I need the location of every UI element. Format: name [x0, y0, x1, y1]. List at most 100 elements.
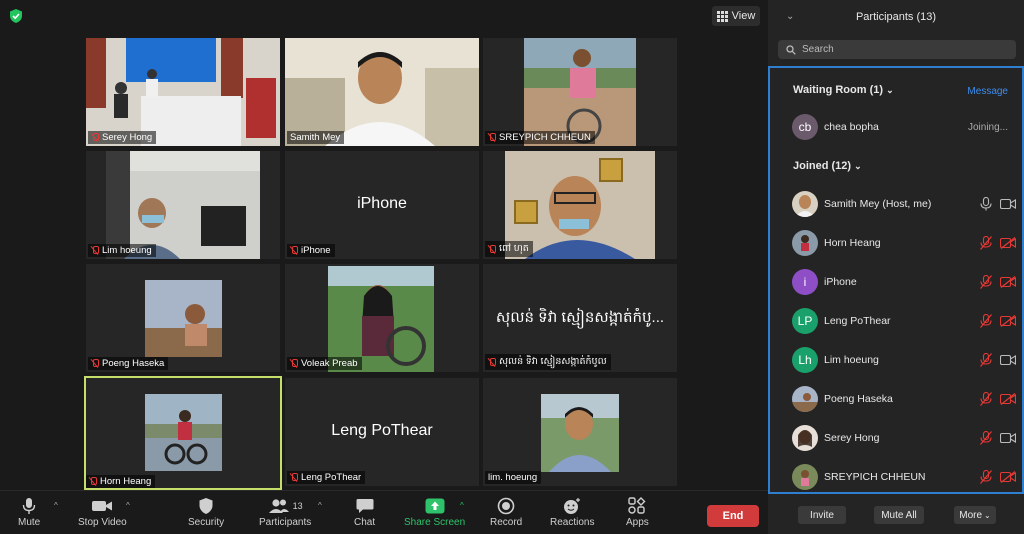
chat-button[interactable]: Chat [354, 495, 375, 528]
avatar [792, 191, 818, 217]
participant-row[interactable]: Samith Mey (Host, me) [770, 185, 1022, 223]
share-screen-icon [425, 498, 445, 514]
muted-microphone-icon[interactable] [980, 470, 992, 484]
stop-video-button[interactable]: Stop Video [78, 495, 127, 528]
participant-name-large: សុលន់ ទិវា ស្មៀនសង្កាត់កំបូ... [495, 309, 665, 326]
muted-mic-icon [91, 359, 99, 368]
video-tile[interactable]: lim. hoeung [483, 378, 677, 486]
video-camera-icon [92, 501, 113, 511]
invite-button[interactable]: Invite [798, 506, 846, 524]
muted-microphone-icon[interactable] [980, 431, 992, 445]
video-tile[interactable]: iPhone iPhone [285, 151, 479, 259]
avatar: Lh [792, 347, 818, 373]
apps-button[interactable]: Apps [626, 495, 649, 528]
avatar: LP [792, 308, 818, 334]
apps-icon [628, 497, 646, 514]
video-tile[interactable]: SREYPICH CHHEUN [483, 38, 677, 146]
view-label: View [731, 10, 756, 22]
video-tile[interactable]: Samith Mey [285, 38, 479, 146]
muted-mic-icon [290, 359, 298, 368]
participant-video-icon [145, 280, 222, 357]
reactions-button[interactable]: Reactions [550, 495, 594, 528]
security-button[interactable]: Security [188, 495, 224, 528]
participant-row[interactable]: Poeng Haseka [770, 380, 1022, 418]
chevron-down-icon: ⌄ [886, 85, 894, 95]
video-camera-icon[interactable] [1000, 354, 1016, 366]
participant-row[interactable]: Horn Heang [770, 224, 1022, 262]
zoom-meeting-window: View Serey Hong Samith Mey SREYPICH CHHE… [0, 0, 1024, 534]
muted-microphone-icon[interactable] [980, 392, 992, 406]
video-tile[interactable]: Voleak Preab [285, 264, 479, 372]
video-tile-active-speaker[interactable]: Horn Heang [84, 376, 282, 490]
mute-options-caret-icon[interactable]: ^ [54, 501, 58, 510]
panel-header: ⌄ Participants (13) [768, 0, 1024, 34]
video-tile[interactable]: ពៅ ហុត [483, 151, 677, 259]
view-button[interactable]: View [712, 6, 760, 26]
participant-name-label: Poeng Haseka [88, 357, 169, 370]
video-tile[interactable]: Poeng Haseka [86, 264, 280, 372]
video-options-caret-icon[interactable]: ^ [126, 501, 130, 510]
encryption-shield-icon[interactable] [8, 8, 24, 24]
muted-mic-icon [488, 357, 496, 367]
participant-video-icon [106, 151, 260, 259]
record-button[interactable]: Record [490, 495, 522, 528]
emoji-reaction-icon [564, 498, 581, 514]
muted-microphone-icon[interactable] [980, 275, 992, 289]
waiting-participant-row[interactable]: cb chea bopha Joining... [770, 108, 1022, 146]
muted-microphone-icon[interactable] [980, 314, 992, 328]
search-input[interactable]: Search [778, 40, 1016, 59]
mute-all-button[interactable]: Mute All [874, 506, 924, 524]
participant-name: Horn Heang [824, 237, 881, 249]
participant-name: Lim hoeung [824, 354, 879, 366]
muted-microphone-icon[interactable] [980, 236, 992, 250]
more-button[interactable]: More ⌄ [954, 506, 996, 524]
video-tile[interactable]: សុលន់ ទិវា ស្មៀនសង្កាត់កំបូ... សុលន់ ទិវ… [483, 264, 677, 372]
meeting-toolbar: Mute ^ Stop Video ^ Security 13 Particip… [0, 490, 768, 534]
muted-mic-icon [91, 246, 99, 255]
participant-name: Poeng Haseka [824, 393, 893, 405]
mute-button[interactable]: Mute [18, 495, 40, 528]
muted-microphone-icon[interactable] [980, 353, 992, 367]
panel-footer: Invite Mute All More ⌄ [768, 494, 1024, 534]
video-tile[interactable]: Serey Hong [86, 38, 280, 146]
share-screen-button[interactable]: Share Screen [404, 495, 465, 528]
video-off-icon[interactable] [1000, 237, 1016, 249]
participants-button[interactable]: 13 Participants [259, 495, 311, 528]
video-off-icon[interactable] [1000, 471, 1016, 483]
participant-video-icon [285, 38, 479, 146]
video-tile[interactable]: Lim hoeung [86, 151, 280, 259]
participant-name: SREYPICH CHHEUN [824, 471, 926, 483]
record-icon [497, 497, 515, 515]
grid-view-icon [716, 10, 728, 22]
microphone-icon [22, 498, 36, 514]
participants-options-caret-icon[interactable]: ^ [318, 501, 322, 510]
message-link[interactable]: Message [967, 86, 1008, 97]
avatar [792, 230, 818, 256]
video-off-icon[interactable] [1000, 315, 1016, 327]
video-off-icon[interactable] [1000, 276, 1016, 288]
joining-status: Joining... [967, 121, 1008, 133]
participant-row[interactable]: LP Leng PoThear [770, 302, 1022, 340]
participants-list: Waiting Room (1) ⌄ Message cb chea bopha… [768, 66, 1024, 494]
end-meeting-button[interactable]: End [707, 505, 759, 527]
waiting-room-header[interactable]: Waiting Room (1) ⌄ Message [770, 70, 1022, 108]
video-off-icon[interactable] [1000, 393, 1016, 405]
participant-name: Leng PoThear [824, 315, 891, 327]
joined-header[interactable]: Joined (12) ⌄ [770, 146, 1022, 184]
video-camera-icon[interactable] [1000, 432, 1016, 444]
participant-row[interactable]: SREYPICH CHHEUN [770, 458, 1022, 496]
share-options-caret-icon[interactable]: ^ [460, 501, 464, 510]
avatar: i [792, 269, 818, 295]
participant-name-large: iPhone [357, 195, 407, 212]
participant-name-label: ពៅ ហុត [485, 241, 533, 257]
video-tile[interactable]: Leng PoThear Leng PoThear [285, 378, 479, 486]
participant-row[interactable]: i iPhone [770, 263, 1022, 301]
participant-row[interactable]: Serey Hong [770, 419, 1022, 457]
participant-video-icon [524, 38, 636, 146]
joined-label: Joined (12) ⌄ [793, 160, 862, 172]
video-camera-icon[interactable] [1000, 198, 1016, 210]
participant-row[interactable]: Lh Lim hoeung [770, 341, 1022, 379]
microphone-icon[interactable] [980, 197, 992, 211]
avatar: cb [792, 114, 818, 140]
participant-name-label: សុលន់ ទិវា ស្មៀនសង្កាត់កំបូល [485, 354, 611, 370]
